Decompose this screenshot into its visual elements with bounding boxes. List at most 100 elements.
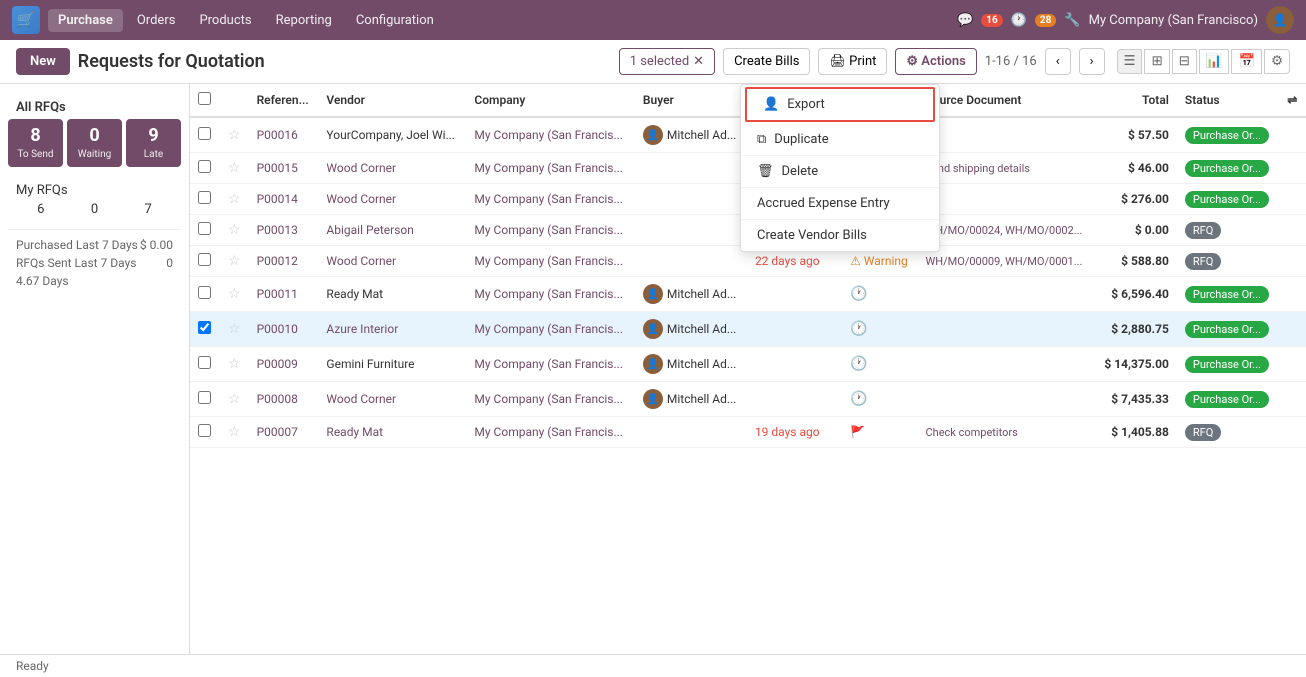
reference-link[interactable]: P00008 xyxy=(257,392,298,406)
row-vendor[interactable]: Ready Mat xyxy=(318,277,466,312)
star-icon[interactable]: ☆ xyxy=(228,127,241,143)
company-link[interactable]: My Company (San Francis... xyxy=(474,287,623,301)
row-checkbox[interactable] xyxy=(198,222,211,235)
reference-link[interactable]: P00015 xyxy=(257,161,298,175)
user-avatar[interactable]: 👤 xyxy=(1266,6,1294,34)
create-bills-button[interactable]: Create Bills xyxy=(723,48,810,75)
row-star-cell[interactable]: ☆ xyxy=(220,347,249,382)
menu-products[interactable]: Products xyxy=(189,9,261,32)
row-action[interactable] xyxy=(1279,277,1306,312)
row-checkbox-cell[interactable] xyxy=(190,312,220,347)
row-vendor[interactable]: Ready Mat xyxy=(318,417,466,448)
source-document-link[interactable]: WH/MO/00024, WH/MO/0002... xyxy=(926,224,1083,237)
row-checkbox[interactable] xyxy=(198,391,211,404)
table-row[interactable]: ☆ P00009 Gemini Furniture My Company (Sa… xyxy=(190,347,1306,382)
row-checkbox[interactable] xyxy=(198,127,211,140)
row-vendor[interactable]: Wood Corner xyxy=(318,382,466,417)
row-source[interactable] xyxy=(918,277,1095,312)
row-activity[interactable]: 🕐 xyxy=(842,277,917,312)
row-source[interactable]: Send shipping details xyxy=(918,153,1095,184)
prev-page-button[interactable]: ‹ xyxy=(1045,48,1071,75)
total-header[interactable]: Total xyxy=(1095,84,1177,117)
company-link[interactable]: My Company (San Francis... xyxy=(474,357,623,371)
row-action[interactable] xyxy=(1279,382,1306,417)
vendor-link[interactable]: Ready Mat xyxy=(326,425,383,439)
table-row[interactable]: ☆ P00011 Ready Mat My Company (San Franc… xyxy=(190,277,1306,312)
row-vendor[interactable]: YourCompany, Joel Wi... xyxy=(318,117,466,153)
chat-icon[interactable]: 💬 xyxy=(957,13,973,28)
row-source[interactable] xyxy=(918,312,1095,347)
star-icon[interactable]: ☆ xyxy=(228,356,241,372)
row-checkbox[interactable] xyxy=(198,321,211,334)
row-star-cell[interactable]: ☆ xyxy=(220,184,249,215)
row-checkbox[interactable] xyxy=(198,286,211,299)
reference-link[interactable]: P00009 xyxy=(257,357,298,371)
vendor-header[interactable]: Vendor xyxy=(318,84,466,117)
settings-view-button[interactable]: ⚙ xyxy=(1264,49,1290,74)
row-star-cell[interactable]: ☆ xyxy=(220,215,249,246)
vendor-link[interactable]: Wood Corner xyxy=(326,161,396,175)
buyer-header[interactable]: Buyer xyxy=(635,84,747,117)
star-icon[interactable]: ☆ xyxy=(228,321,241,337)
row-reference[interactable]: P00010 xyxy=(249,312,319,347)
all-rfqs-label[interactable]: All RFQs xyxy=(8,96,181,119)
row-vendor[interactable]: Azure Interior xyxy=(318,312,466,347)
selected-button[interactable]: 1 selected ✕ xyxy=(619,48,715,75)
row-reference[interactable]: P00013 xyxy=(249,215,319,246)
company-link[interactable]: My Company (San Francis... xyxy=(474,425,623,439)
row-action[interactable] xyxy=(1279,153,1306,184)
row-vendor[interactable]: Wood Corner xyxy=(318,184,466,215)
row-vendor[interactable]: Wood Corner xyxy=(318,153,466,184)
vendor-link[interactable]: Wood Corner xyxy=(326,392,396,406)
duplicate-item[interactable]: ⧉ Duplicate xyxy=(741,124,939,156)
row-checkbox-cell[interactable] xyxy=(190,277,220,312)
select-all-checkbox[interactable] xyxy=(198,92,211,105)
waiting-stat[interactable]: 0 Waiting xyxy=(67,119,122,167)
star-icon[interactable]: ☆ xyxy=(228,391,241,407)
company-link[interactable]: My Company (San Francis... xyxy=(474,392,623,406)
row-checkbox-cell[interactable] xyxy=(190,153,220,184)
row-action[interactable] xyxy=(1279,312,1306,347)
row-action[interactable] xyxy=(1279,184,1306,215)
row-source[interactable] xyxy=(918,117,1095,153)
delete-item[interactable]: 🗑 Delete xyxy=(741,156,939,188)
source-document-link[interactable]: Check competitors xyxy=(926,426,1018,439)
export-item[interactable]: 👤 Export xyxy=(745,87,935,122)
reference-link[interactable]: P00013 xyxy=(257,223,298,237)
star-icon[interactable]: ☆ xyxy=(228,191,241,207)
pivot-view-button[interactable]: ⊟ xyxy=(1172,49,1197,74)
row-reference[interactable]: P00015 xyxy=(249,153,319,184)
kanban-view-button[interactable]: ⊞ xyxy=(1144,49,1169,74)
menu-purchase[interactable]: Purchase xyxy=(48,9,123,32)
row-star-cell[interactable]: ☆ xyxy=(220,246,249,277)
reference-link[interactable]: P00007 xyxy=(257,425,298,439)
company-link[interactable]: My Company (San Francis... xyxy=(474,223,623,237)
row-reference[interactable]: P00012 xyxy=(249,246,319,277)
row-star-cell[interactable]: ☆ xyxy=(220,312,249,347)
next-page-button[interactable]: › xyxy=(1079,48,1105,75)
row-source[interactable]: WH/MO/00009, WH/MO/0001... xyxy=(918,246,1095,277)
reference-header[interactable]: Referen... xyxy=(249,84,319,117)
my-rfqs-label[interactable]: My RFQs xyxy=(8,179,181,202)
row-action[interactable] xyxy=(1279,417,1306,448)
row-source[interactable] xyxy=(918,382,1095,417)
row-checkbox-cell[interactable] xyxy=(190,347,220,382)
row-reference[interactable]: P00009 xyxy=(249,347,319,382)
company-header[interactable]: Company xyxy=(466,84,634,117)
reference-link[interactable]: P00011 xyxy=(257,287,298,301)
menu-orders[interactable]: Orders xyxy=(127,9,186,32)
row-source[interactable]: Check competitors xyxy=(918,417,1095,448)
row-action[interactable] xyxy=(1279,347,1306,382)
actions-button[interactable]: ⚙ Actions xyxy=(895,48,976,75)
row-star-cell[interactable]: ☆ xyxy=(220,153,249,184)
reference-link[interactable]: P00014 xyxy=(257,192,298,206)
row-star-cell[interactable]: ☆ xyxy=(220,277,249,312)
row-checkbox[interactable] xyxy=(198,356,211,369)
star-icon[interactable]: ☆ xyxy=(228,424,241,440)
company-link[interactable]: My Company (San Francis... xyxy=(474,192,623,206)
vendor-link[interactable]: Azure Interior xyxy=(326,322,398,336)
row-checkbox-cell[interactable] xyxy=(190,246,220,277)
vendor-link[interactable]: Wood Corner xyxy=(326,254,396,268)
menu-configuration[interactable]: Configuration xyxy=(346,9,444,32)
row-checkbox-cell[interactable] xyxy=(190,417,220,448)
